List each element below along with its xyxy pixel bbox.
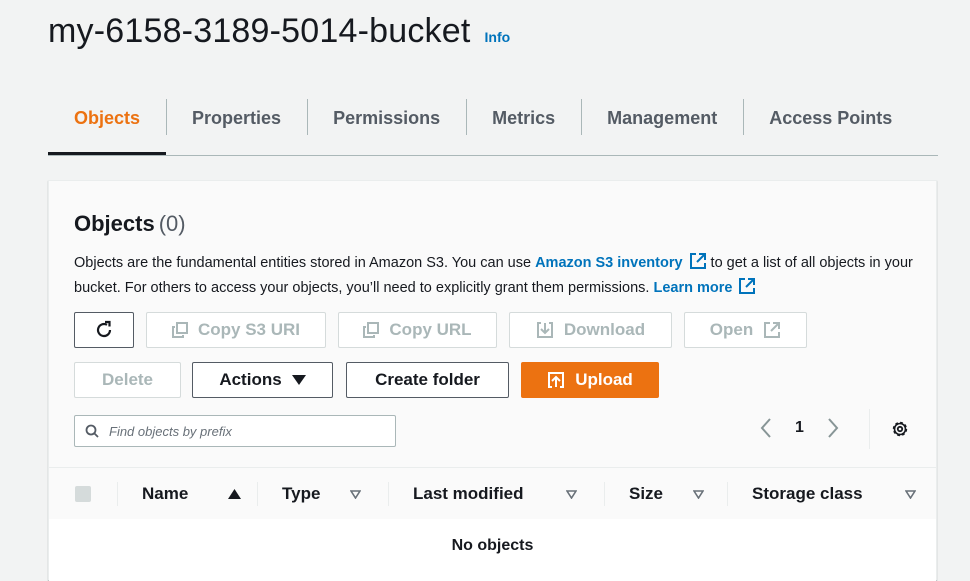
tab-objects[interactable]: Objects	[48, 99, 167, 155]
delete-label: Delete	[101, 370, 154, 389]
create-folder-label: Create folder	[375, 370, 480, 389]
empty-state-message: No objects	[451, 537, 534, 554]
column-header-label: Last modified	[413, 484, 524, 503]
panel-title-text: Objects	[74, 211, 155, 236]
column-header-label: Type	[282, 484, 321, 503]
tab-label: Management	[607, 108, 718, 128]
column-header-last-modified[interactable]: Last modified	[413, 468, 577, 520]
object-count: (0)	[158, 211, 186, 236]
tab-label: Access Points	[769, 108, 893, 128]
column-divider	[388, 482, 389, 506]
table-body: No objects	[49, 519, 936, 581]
tab-access-points[interactable]: Access Points	[743, 99, 918, 155]
pagination: 1	[759, 417, 840, 439]
column-header-type[interactable]: Type	[282, 468, 362, 520]
column-header-label: Size	[629, 484, 664, 503]
sort-icon	[693, 489, 705, 499]
delete-button[interactable]: Delete	[74, 362, 181, 398]
tab-properties[interactable]: Properties	[166, 99, 307, 155]
current-page-number[interactable]: 1	[795, 419, 804, 437]
upload-label: Upload	[575, 370, 633, 389]
search-icon	[85, 424, 99, 438]
column-header-label: Storage class	[752, 484, 863, 503]
tab-bar: Objects Properties Permissions Metrics M…	[48, 99, 938, 156]
copy-icon	[363, 322, 380, 338]
select-all-checkbox[interactable]	[75, 486, 91, 502]
copy-icon	[171, 322, 188, 338]
download-icon	[536, 322, 553, 338]
panel-description: Objects are the fundamental entities sto…	[74, 251, 914, 300]
external-link-icon	[689, 253, 706, 269]
upload-button[interactable]: Upload	[521, 362, 659, 398]
search-input[interactable]	[107, 422, 381, 440]
tab-metrics[interactable]: Metrics	[466, 99, 581, 155]
tab-label: Permissions	[333, 108, 441, 128]
page-header: my-6158-3189-5014-bucket Info	[48, 12, 510, 51]
refresh-icon	[96, 320, 112, 338]
download-button[interactable]: Download	[509, 312, 672, 348]
copy-url-label: Copy URL	[389, 320, 472, 339]
chevron-left-icon[interactable]	[759, 417, 773, 439]
chevron-right-icon[interactable]	[826, 417, 840, 439]
actions-label: Actions	[219, 370, 282, 389]
description-text-1: Objects are the fundamental entities sto…	[74, 255, 536, 271]
objects-panel: Objects (0) Objects are the fundamental e…	[48, 180, 937, 581]
settings-gear-icon[interactable]	[889, 418, 911, 440]
copy-s3-uri-button[interactable]: Copy S3 URI	[146, 312, 326, 348]
column-header-size[interactable]: Size	[629, 468, 705, 520]
tab-label: Properties	[192, 108, 282, 128]
info-link[interactable]: Info	[485, 29, 511, 45]
upload-icon	[548, 372, 565, 388]
refresh-button[interactable]	[74, 312, 134, 348]
copy-s3-uri-label: Copy S3 URI	[197, 320, 301, 339]
column-divider	[604, 482, 605, 506]
tab-permissions[interactable]: Permissions	[307, 99, 466, 155]
column-header-storage-class[interactable]: Storage class	[752, 468, 916, 520]
tab-label: Metrics	[492, 108, 556, 128]
divider	[869, 409, 870, 449]
learn-more-link[interactable]: Learn more	[653, 277, 756, 296]
external-link-icon	[764, 322, 781, 338]
sort-icon	[350, 489, 362, 499]
page-title: my-6158-3189-5014-bucket	[48, 12, 471, 50]
column-divider	[727, 482, 728, 506]
open-label: Open	[709, 320, 754, 339]
column-divider	[257, 482, 258, 506]
tab-label: Objects	[74, 108, 141, 128]
table-header: Name Type Last modified Size Storage cla…	[49, 467, 936, 521]
copy-url-button[interactable]: Copy URL	[338, 312, 497, 348]
column-header-label: Name	[142, 484, 189, 503]
learn-more-link-label: Learn more	[653, 279, 733, 296]
sort-icon	[904, 489, 916, 499]
search-box	[74, 415, 396, 447]
actions-dropdown[interactable]: Actions	[192, 362, 333, 398]
tab-management[interactable]: Management	[581, 99, 743, 155]
sort-icon	[565, 489, 577, 499]
download-label: Download	[563, 320, 646, 339]
sort-ascending-icon	[228, 489, 242, 499]
open-button[interactable]: Open	[684, 312, 807, 348]
column-header-name[interactable]: Name	[142, 468, 242, 520]
panel-title: Objects (0)	[74, 211, 186, 237]
caret-down-icon	[291, 375, 306, 385]
column-divider	[117, 482, 118, 506]
create-folder-button[interactable]: Create folder	[346, 362, 509, 398]
external-link-icon	[739, 277, 756, 294]
s3-inventory-link[interactable]: Amazon S3 inventory	[535, 253, 706, 271]
s3-inventory-link-label: Amazon S3 inventory	[535, 255, 683, 271]
